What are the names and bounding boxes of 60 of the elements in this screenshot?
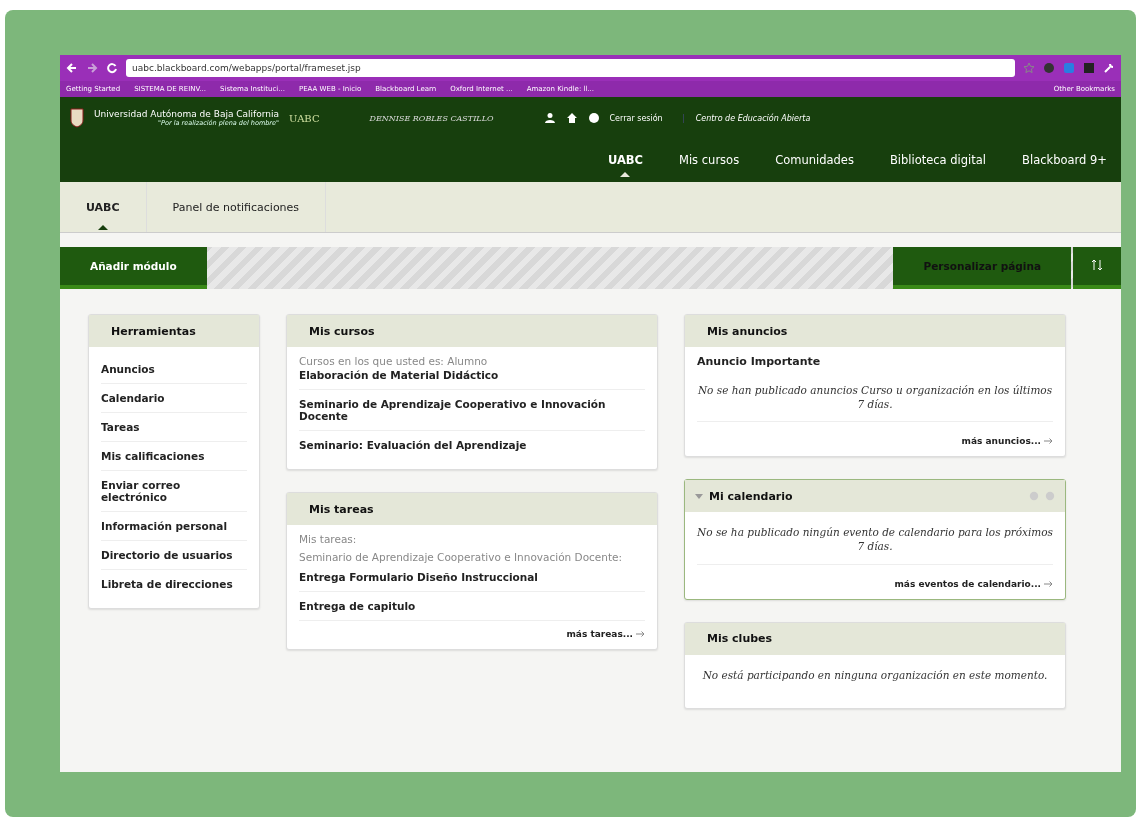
panel-title: Herramientas [111, 324, 196, 338]
extension-icon[interactable] [1043, 62, 1055, 74]
arrow-icon [1044, 580, 1053, 587]
tool-link[interactable]: Libreta de direcciones [101, 570, 247, 598]
address-bar[interactable]: uabc.blackboard.com/webapps/portal/frameset.jsp [126, 59, 1015, 77]
task-link[interactable]: Entrega Formulario Diseño Instruccional [299, 563, 645, 592]
empty-message: No está participando en ninguna organización en este momento. [701, 668, 1049, 683]
wrench-icon[interactable] [1103, 62, 1115, 74]
course-link[interactable]: Seminario de Aprendizaje Cooperativo e Innovación Docente [299, 390, 645, 431]
collapse-icon[interactable] [695, 492, 703, 501]
nav-tab[interactable]: UABC [607, 153, 643, 177]
extension-icon[interactable] [1063, 62, 1075, 74]
person-icon[interactable] [543, 112, 556, 124]
course-link[interactable]: Seminario: Evaluación del Aprendizaje [299, 431, 645, 459]
user-name[interactable]: DENNISE ROBLES CASTILLO [369, 113, 494, 123]
arrow-icon [636, 631, 645, 637]
empty-message: No se ha publicado ningún evento de calendario para los próximos 7 días. [697, 526, 1053, 565]
home-icon[interactable] [565, 112, 578, 124]
nav-tab[interactable]: Blackboard 9+ [1022, 153, 1107, 177]
panel-title: Mis clubes [707, 632, 773, 646]
sub-tab[interactable]: UABC [60, 182, 147, 232]
sort-icon [1091, 259, 1103, 271]
tool-link[interactable]: Información personal [101, 512, 247, 541]
tool-link[interactable]: Anuncios [101, 355, 247, 384]
announcement-heading: Anuncio Importante [697, 355, 822, 368]
course-link[interactable]: Elaboración de Material Didáctico [299, 367, 645, 390]
reload-icon[interactable] [106, 62, 118, 74]
more-link[interactable]: más eventos de calendario... [894, 570, 1053, 589]
tool-link[interactable]: Tareas [101, 413, 247, 442]
university-name: Universidad Autónoma de Baja California [94, 109, 279, 119]
task-link[interactable]: Entrega de capitulo [299, 592, 645, 621]
tasks-caption: Mis tareas: [299, 533, 358, 545]
tool-link[interactable]: Directorio de usuarios [101, 541, 247, 570]
logout-link[interactable]: Cerrar sesión [609, 113, 663, 123]
tool-link[interactable]: Mis calificaciones [101, 442, 247, 471]
reorder-button[interactable] [1073, 247, 1121, 289]
nav-tab[interactable]: Mis cursos [679, 153, 740, 177]
sub-tab[interactable]: Panel de notificaciones [146, 182, 327, 232]
back-icon[interactable] [66, 62, 78, 74]
courses-caption: Cursos en los que usted es: Alumno [299, 355, 489, 367]
panel-title: Mi calendario [709, 489, 793, 503]
panel-title: Mis anuncios [707, 324, 788, 338]
nav-tab[interactable]: Comunidades [775, 153, 854, 177]
logo-text: UABC [289, 112, 320, 124]
tool-link[interactable]: Enviar correo electrónico [101, 471, 247, 512]
crest-icon [70, 108, 84, 128]
tool-link[interactable]: Calendario [101, 384, 247, 413]
add-module-button[interactable]: Añadir módulo [60, 247, 207, 289]
panel-title: Mis cursos [309, 324, 375, 338]
star-icon[interactable] [1023, 62, 1035, 74]
arrow-icon [1044, 438, 1053, 445]
course-name: Seminario de Aprendizaje Cooperativo e Innovación Docente: [299, 551, 624, 563]
more-link[interactable]: más anuncios... [961, 428, 1053, 447]
institution-name: Centro de Educación Abierta [682, 113, 811, 123]
more-link[interactable]: más tareas... [566, 621, 645, 639]
extension-icon[interactable] [1083, 62, 1095, 74]
nav-tab[interactable]: Biblioteca digital [889, 153, 987, 177]
forward-icon[interactable] [86, 62, 98, 74]
panel-title: Mis tareas [309, 502, 374, 516]
empty-message: No se han publicado anuncios Curso u organización en los últimos 7 días. [697, 384, 1053, 423]
